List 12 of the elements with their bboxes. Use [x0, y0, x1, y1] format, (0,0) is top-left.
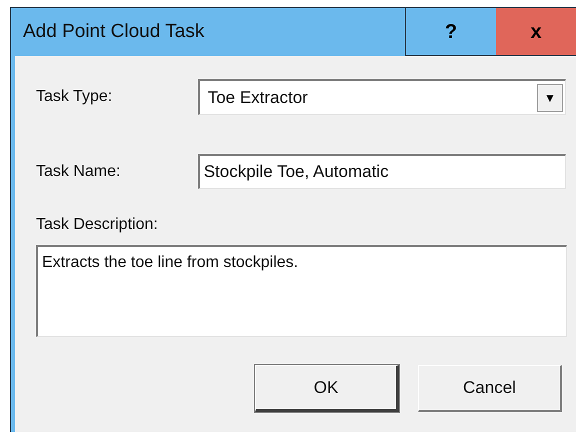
dialog-button[interactable]: Cancel [418, 365, 562, 412]
task-type-label: Task Type: [36, 87, 114, 107]
task-description-label: Task Description: [36, 216, 158, 233]
task-type-dropdown[interactable]: Toe Extractor ▼ [198, 79, 566, 115]
help-button[interactable]: ? [405, 8, 496, 56]
dialog-button[interactable]: OK [255, 365, 399, 412]
task-name-label: Task Name: [36, 162, 122, 182]
close-button[interactable]: x [496, 8, 576, 56]
window-title: Add Point Cloud Task [22, 20, 206, 44]
task-description-field[interactable]: Extracts the toe line from stockpiles. [36, 245, 567, 337]
dropdown-caret-icon[interactable]: ▼ [537, 84, 563, 112]
task-name-field[interactable]: Stockpile Toe, Automatic [198, 154, 566, 189]
